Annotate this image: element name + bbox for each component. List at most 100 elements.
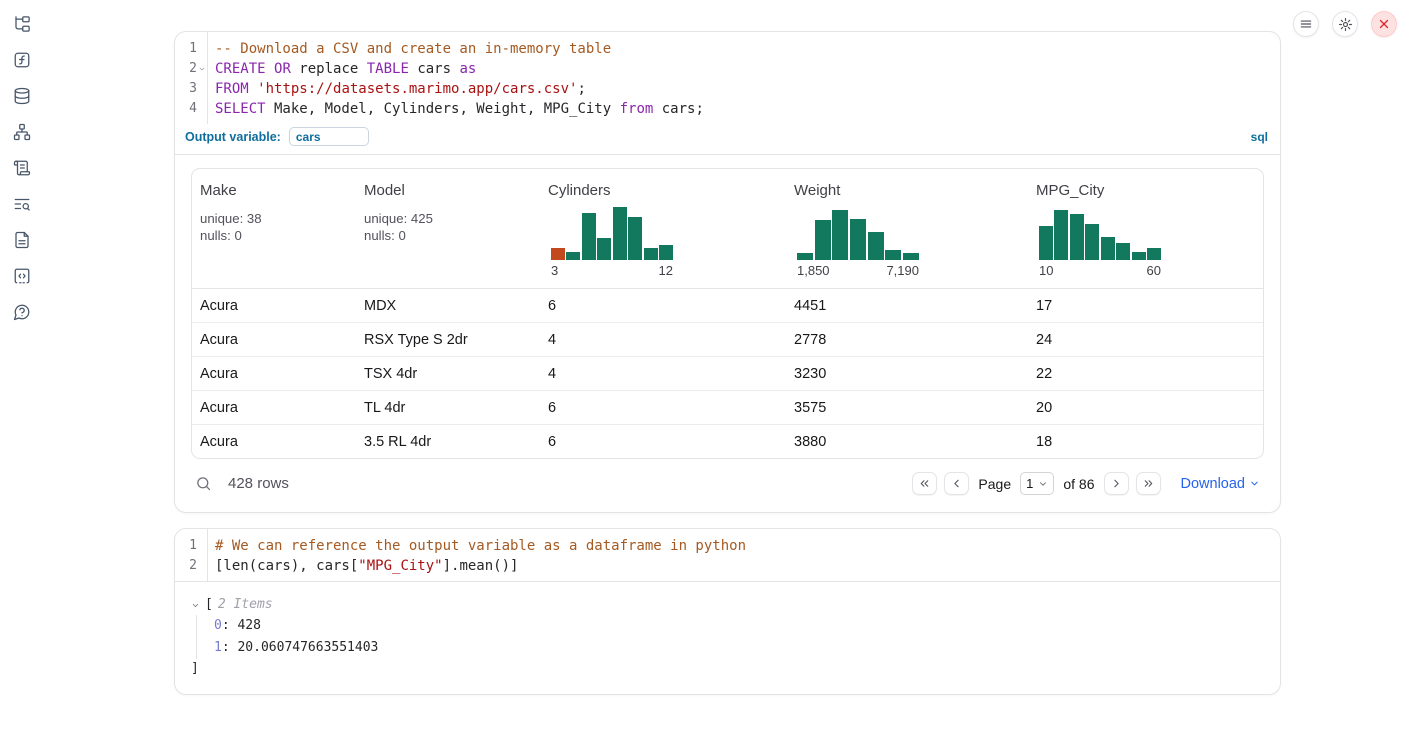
line-number: 1 [175, 39, 197, 59]
table-cell: 6 [540, 391, 786, 424]
table-row[interactable]: AcuraTSX 4dr4323022 [192, 357, 1263, 391]
histogram-bar [1116, 243, 1130, 260]
language-tag: sql [1251, 130, 1268, 144]
table-cell: 6 [540, 425, 786, 458]
sql-output-area: Make unique: 38 nulls: 0 Model unique: 4… [175, 155, 1280, 512]
tree-head: [ 2 Items [191, 595, 1264, 615]
entry-separator: : [222, 640, 238, 655]
close-button[interactable] [1371, 11, 1397, 37]
code-text: # We can reference the output variable a… [207, 536, 746, 556]
last-page-button[interactable] [1136, 472, 1161, 495]
code-text: SELECT Make, Model, Cylinders, Weight, M… [207, 99, 704, 119]
tree-entry: 0: 428 [214, 615, 1264, 637]
hamburger-icon [1299, 17, 1313, 31]
chevrons-left-icon [918, 477, 931, 490]
table-row[interactable]: Acura3.5 RL 4dr6388018 [192, 425, 1263, 458]
code-line[interactable]: 1 # We can reference the output variable … [175, 536, 1280, 556]
scratchpad-scroll-icon[interactable] [12, 158, 32, 178]
column-header-mpg-city[interactable]: MPG_City 10 60 [1028, 169, 1263, 288]
logs-search-icon[interactable] [12, 194, 32, 214]
table-cell: Acura [192, 391, 356, 424]
first-page-button[interactable] [912, 472, 937, 495]
unique-stat: unique: 38 [200, 211, 348, 228]
search-button[interactable] [195, 475, 212, 492]
column-header-make[interactable]: Make unique: 38 nulls: 0 [192, 169, 356, 288]
histogram-bar [885, 250, 901, 260]
tree-entry: 1: 20.060747663551403 [214, 637, 1264, 659]
table-cell: 6 [540, 289, 786, 322]
snippets-code-icon[interactable] [12, 266, 32, 286]
previous-page-button[interactable] [944, 472, 969, 495]
table-cell: 2778 [786, 323, 1028, 356]
database-icon[interactable] [12, 86, 32, 106]
bracket-close: ] [191, 659, 1264, 679]
table-cell: 24 [1028, 323, 1263, 356]
sql-code-editor[interactable]: 1 -- Download a CSV and create an in-memo… [175, 32, 1280, 124]
histogram-axis: 3 12 [551, 263, 673, 278]
python-code-editor[interactable]: 1 # We can reference the output variable … [175, 529, 1280, 581]
chevron-down-icon [1249, 478, 1260, 489]
download-button[interactable]: Download [1181, 476, 1261, 492]
notebook-main: 1 -- Download a CSV and create an in-memo… [174, 31, 1281, 695]
function-variables-icon[interactable] [12, 50, 32, 70]
table-cell: 3880 [786, 425, 1028, 458]
table-row[interactable]: AcuraTL 4dr6357520 [192, 391, 1263, 425]
menu-button[interactable] [1293, 11, 1319, 37]
help-icon[interactable] [12, 302, 32, 322]
python-cell: 1 # We can reference the output variable … [174, 528, 1281, 695]
code-line[interactable]: 1 -- Download a CSV and create an in-memo… [175, 39, 1280, 59]
cylinders-histogram: 3 12 [551, 207, 673, 278]
nulls-stat: nulls: 0 [364, 228, 532, 245]
table-cell: Acura [192, 425, 356, 458]
page-select[interactable]: 1 [1020, 472, 1054, 495]
column-header-cylinders[interactable]: Cylinders 3 12 [540, 169, 786, 288]
table-cell: TL 4dr [356, 391, 540, 424]
code-line[interactable]: 2 CREATE OR replace TABLE cars as [175, 59, 1280, 79]
table-cell: 20 [1028, 391, 1263, 424]
page-value: 1 [1026, 476, 1033, 491]
axis-max-label: 7,190 [886, 263, 919, 278]
column-name: Make [200, 182, 348, 199]
tree-entries: 0: 428 1: 20.060747663551403 [196, 615, 1264, 659]
table-row[interactable]: AcuraRSX Type S 2dr4277824 [192, 323, 1263, 357]
histogram-bar [1054, 210, 1068, 260]
next-page-button[interactable] [1104, 472, 1129, 495]
chevron-left-icon [950, 477, 963, 490]
code-line[interactable]: 3 FROM 'https://datasets.marimo.app/cars.… [175, 79, 1280, 99]
output-variable-input[interactable] [289, 127, 369, 146]
column-stats: unique: 425 nulls: 0 [364, 211, 532, 244]
code-line[interactable]: 4 SELECT Make, Model, Cylinders, Weight, … [175, 99, 1280, 119]
table-row[interactable]: AcuraMDX6445117 [192, 289, 1263, 323]
gear-icon [1338, 17, 1353, 32]
documentation-icon[interactable] [12, 230, 32, 250]
code-line[interactable]: 2[len(cars), cars["MPG_City"].mean()] [175, 556, 1280, 576]
output-variable-label: Output variable: [185, 130, 281, 144]
tree-collapse-button[interactable] [191, 601, 200, 610]
histogram-bar [868, 232, 884, 260]
file-tree-icon[interactable] [12, 14, 32, 34]
page-label: Page [978, 476, 1011, 492]
table-cell: RSX Type S 2dr [356, 323, 540, 356]
line-number: 1 [175, 536, 197, 556]
code-text: [len(cars), cars["MPG_City"].mean()] [207, 556, 518, 576]
settings-button[interactable] [1332, 11, 1358, 37]
fold-chevron-icon[interactable] [197, 59, 207, 79]
code-text: FROM 'https://datasets.marimo.app/cars.c… [207, 79, 586, 99]
column-header-weight[interactable]: Weight 1,850 7,190 [786, 169, 1028, 288]
axis-max-label: 12 [659, 263, 673, 278]
table-cell: Acura [192, 323, 356, 356]
table-cell: 4 [540, 323, 786, 356]
line-number: 3 [175, 79, 197, 99]
histogram-bar [566, 252, 580, 260]
dependency-graph-icon[interactable] [12, 122, 32, 142]
histogram-bar [815, 220, 831, 260]
code-text: -- Download a CSV and create an in-memor… [207, 39, 611, 59]
line-number: 2 [175, 59, 197, 79]
column-header-model[interactable]: Model unique: 425 nulls: 0 [356, 169, 540, 288]
code-text: CREATE OR replace TABLE cars as [207, 59, 476, 79]
table-cell: 3230 [786, 357, 1028, 390]
entry-key: 1 [214, 640, 222, 655]
entry-separator: : [222, 618, 238, 633]
nulls-stat: nulls: 0 [200, 228, 348, 245]
line-number: 4 [175, 99, 197, 119]
